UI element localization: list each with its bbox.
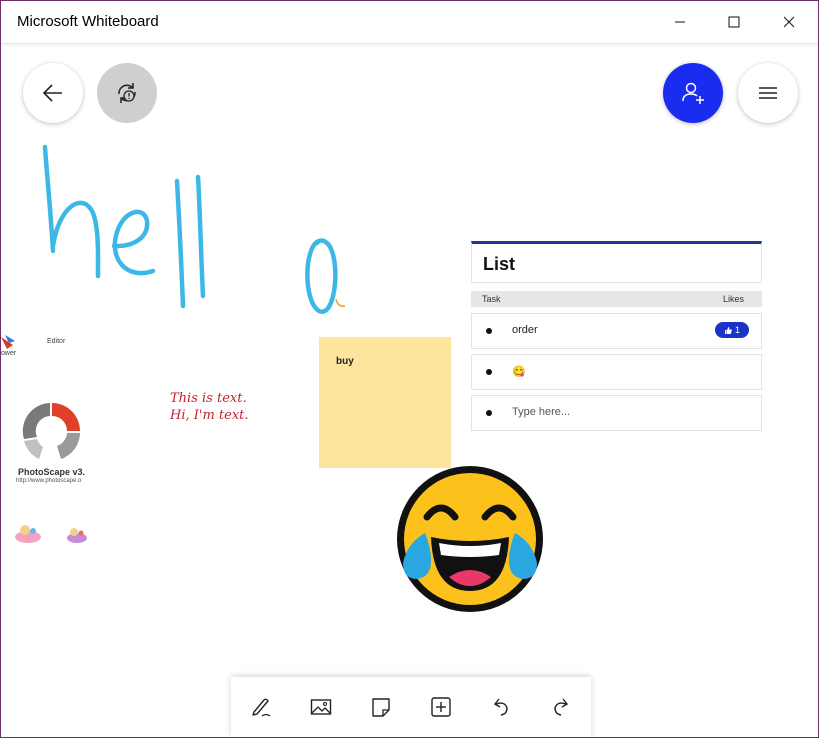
like-count: 1 [734,325,740,335]
app-icon-partial[interactable] [1,335,21,351]
image-label-photoscape-url: http://www.photoscape.o [16,478,82,484]
tears-of-joy-emoji-image[interactable] [391,463,551,615]
photoscape-logo-image[interactable] [17,399,87,463]
redo-icon [554,698,569,716]
list-card[interactable]: List Task Likes order 1 😋 Type here... [471,241,762,431]
pen-icon [252,698,271,717]
image-label-ower: ower [1,350,17,357]
sticky-note[interactable]: buy [319,337,451,468]
text-box[interactable]: This is text. Hi, I'm text. [170,390,249,424]
cartoon-sticker-image[interactable] [13,521,43,545]
like-button[interactable]: 1 [715,322,749,338]
list-item-new[interactable]: Type here... [471,395,762,431]
list-header: List [471,241,762,283]
add-box-icon [431,697,451,717]
insert-note-button[interactable] [361,687,401,727]
cartoon-sticker-small-image[interactable] [65,525,89,545]
app-window: Microsoft Whiteboard ower Editor PhotoSc… [0,0,819,738]
undo-button[interactable] [481,687,521,727]
bullet-icon [486,369,492,375]
text-line-2: Hi, I'm text. [170,408,249,423]
sticky-note-text: buy [336,356,354,367]
bullet-icon [486,410,492,416]
column-header-task: Task [482,294,501,304]
thumbs-up-icon [724,327,732,334]
list-item-text: order [512,324,538,336]
insert-image-button[interactable] [301,687,341,727]
redo-button[interactable] [541,687,581,727]
bottom-toolbar [231,677,591,737]
list-column-headers: Task Likes [471,291,762,307]
sticky-note-icon [372,698,390,717]
list-item[interactable]: order 1 [471,313,762,349]
new-item-input[interactable]: Type here... [512,406,570,418]
text-line-1: This is text. [170,391,247,406]
image-icon [310,699,332,715]
list-title: List [483,254,516,274]
insert-content-button[interactable] [421,687,461,727]
bullet-icon [486,328,492,334]
image-label-editor: Editor [47,338,66,345]
list-item[interactable]: 😋 [471,354,762,390]
undo-icon [493,698,508,716]
inking-tool-button[interactable] [241,687,281,727]
list-item-text: 😋 [512,366,526,378]
column-header-likes: Likes [722,294,744,304]
image-label-photoscape: PhotoScape v3. [18,467,86,477]
